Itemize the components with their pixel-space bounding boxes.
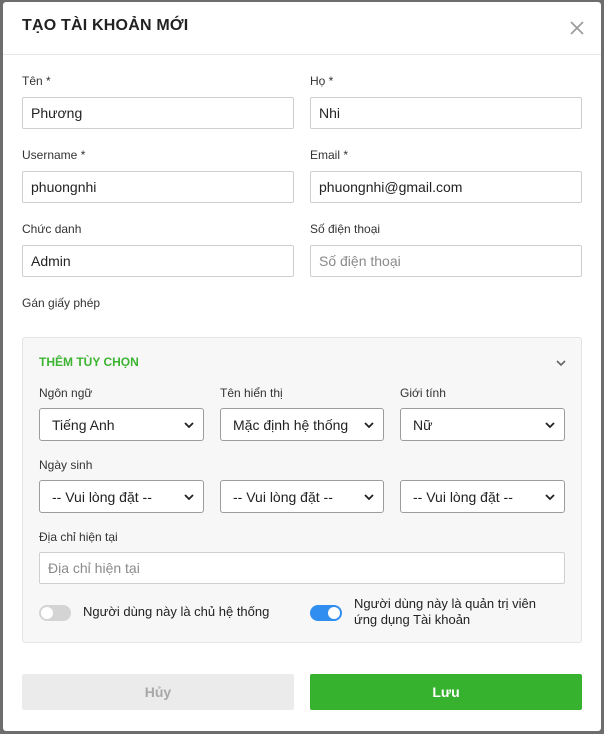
email-label: Email * [310, 148, 349, 162]
chevron-down-icon [545, 493, 555, 500]
display-name-select[interactable]: Mặc định hệ thống [220, 408, 384, 441]
chevron-down-icon [184, 493, 194, 500]
chevron-down-icon [364, 493, 374, 500]
first-name-field[interactable] [22, 97, 294, 129]
job-title-field[interactable] [22, 245, 294, 277]
license-label: Gán giấy phép [22, 296, 101, 310]
birthday-day-select[interactable]: -- Vui lòng đặt -- [39, 480, 204, 513]
modal-title: TẠO TÀI KHOẢN MỚI [22, 17, 189, 34]
username-label: Username * [22, 148, 86, 162]
save-button[interactable]: Lưu [310, 674, 582, 710]
birthday-day-value: -- Vui lòng đặt -- [52, 488, 152, 505]
chevron-down-icon [364, 421, 374, 428]
additional-options-panel: THÊM TÙY CHỌN Ngôn ngữ Tiếng Anh Tên hiể… [22, 337, 582, 643]
chevron-down-icon[interactable] [555, 356, 567, 368]
app-admin-label-line1: Người dùng này là quản trị viên [354, 596, 536, 611]
cancel-button[interactable]: Hủy [22, 674, 294, 710]
username-field[interactable] [22, 171, 294, 203]
last-name-label: Họ * [310, 74, 334, 88]
gender-value: Nữ [413, 416, 433, 433]
birthday-label: Ngày sinh [39, 458, 93, 472]
create-account-modal: TẠO TÀI KHOẢN MỚI Tên * Họ * Username * … [3, 2, 601, 731]
birthday-year-select[interactable]: -- Vui lòng đặt -- [400, 480, 565, 513]
birthday-month-value: -- Vui lòng đặt -- [233, 488, 333, 505]
toggle-knob [328, 607, 340, 619]
email-field[interactable] [310, 171, 582, 203]
chevron-down-icon [545, 421, 555, 428]
phone-field[interactable] [310, 245, 582, 277]
phone-label: Số điện thoại [310, 222, 381, 236]
app-admin-label: Người dùng này là quản trị viên ứng dụng… [354, 596, 536, 628]
birthday-month-select[interactable]: -- Vui lòng đặt -- [220, 480, 384, 513]
last-name-field[interactable] [310, 97, 582, 129]
display-name-label: Tên hiển thị [220, 386, 283, 400]
app-admin-label-line2: ứng dụng Tài khoản [354, 612, 471, 627]
language-select[interactable]: Tiếng Anh [39, 408, 204, 441]
address-label: Địa chỉ hiện tại [39, 530, 118, 544]
chevron-down-icon [184, 421, 194, 428]
additional-options-toggle[interactable]: THÊM TÙY CHỌN [39, 355, 139, 369]
language-label: Ngôn ngữ [39, 386, 93, 400]
modal-header: TẠO TÀI KHOẢN MỚI [3, 2, 601, 55]
gender-select[interactable]: Nữ [400, 408, 565, 441]
system-owner-toggle[interactable] [39, 605, 71, 621]
address-field[interactable] [39, 552, 565, 584]
close-icon[interactable] [567, 18, 587, 38]
display-name-value: Mặc định hệ thống [233, 416, 349, 433]
system-owner-label: Người dùng này là chủ hệ thống [83, 604, 270, 619]
first-name-label: Tên * [22, 74, 51, 88]
job-title-label: Chức danh [22, 222, 82, 236]
toggle-knob [41, 607, 53, 619]
language-value: Tiếng Anh [52, 416, 115, 433]
app-admin-toggle[interactable] [310, 605, 342, 621]
birthday-year-value: -- Vui lòng đặt -- [413, 488, 513, 505]
gender-label: Giới tính [400, 386, 446, 400]
